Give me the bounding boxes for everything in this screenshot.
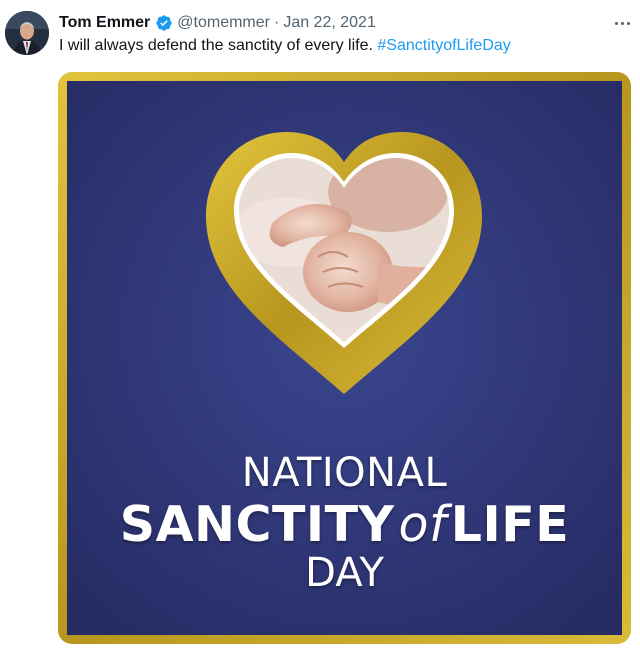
tweet-text: I will always defend the sanctity of eve…	[59, 37, 511, 55]
author-name[interactable]: Tom Emmer	[59, 14, 150, 32]
tweet: Tom Emmer @tomemmer · Jan 22, 2021 I wil…	[0, 0, 640, 649]
hashtag-link[interactable]: #SanctityofLifeDay	[377, 37, 510, 54]
tweet-header: Tom Emmer @tomemmer · Jan 22, 2021	[59, 12, 376, 34]
media-word-of: of	[398, 496, 447, 553]
header-separator: ·	[273, 14, 280, 31]
tweet-text-content: I will always defend the sanctity of eve…	[59, 37, 373, 54]
media-title-line3: DAY	[305, 550, 384, 596]
media-word-life: LIFE	[450, 496, 570, 553]
media-title-line2: SANCTITYofLIFE	[58, 496, 631, 553]
tweet-date[interactable]: Jan 22, 2021	[283, 14, 376, 32]
avatar[interactable]	[5, 11, 49, 55]
avatar-image	[5, 11, 49, 55]
tweet-media-image[interactable]: NATIONAL SANCTITYofLIFE DAY	[58, 72, 631, 644]
media-title-line1: NATIONAL	[241, 450, 448, 496]
more-options-icon[interactable]	[612, 13, 632, 33]
author-handle[interactable]: @tomemmer	[177, 14, 270, 32]
verified-badge-icon	[155, 14, 173, 32]
media-word-sanctity: SANCTITY	[119, 496, 395, 553]
